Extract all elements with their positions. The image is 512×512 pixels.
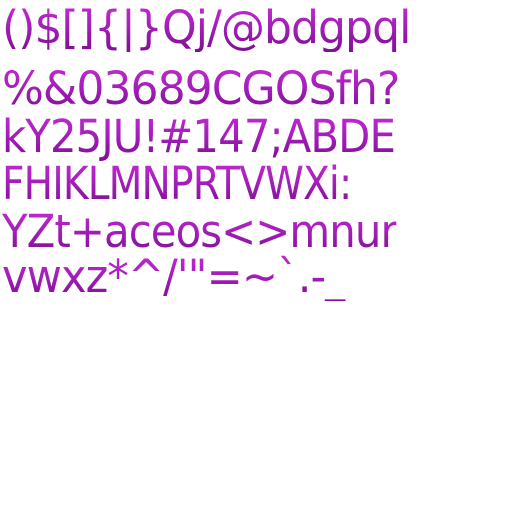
glyph-row-3: kY25JU!#147;ABDE — [2, 110, 396, 163]
glyph-row-4: FHIKLMNPRTVWXi: — [2, 157, 352, 210]
glyph-row-1: ()$[]{|}Qj/@bdgpql — [2, 1, 411, 54]
glyph-sheet: ()$[]{|}Qj/@bdgpql %&03689CGOSfh? kY25JU… — [0, 0, 512, 512]
glyph-row-5: YZt+aceos<>mnur — [2, 205, 398, 258]
glyph-row-2: %&03689CGOSfh? — [2, 62, 400, 115]
glyph-row-6: vwxz*^/'"=~`.-_ — [2, 250, 347, 303]
